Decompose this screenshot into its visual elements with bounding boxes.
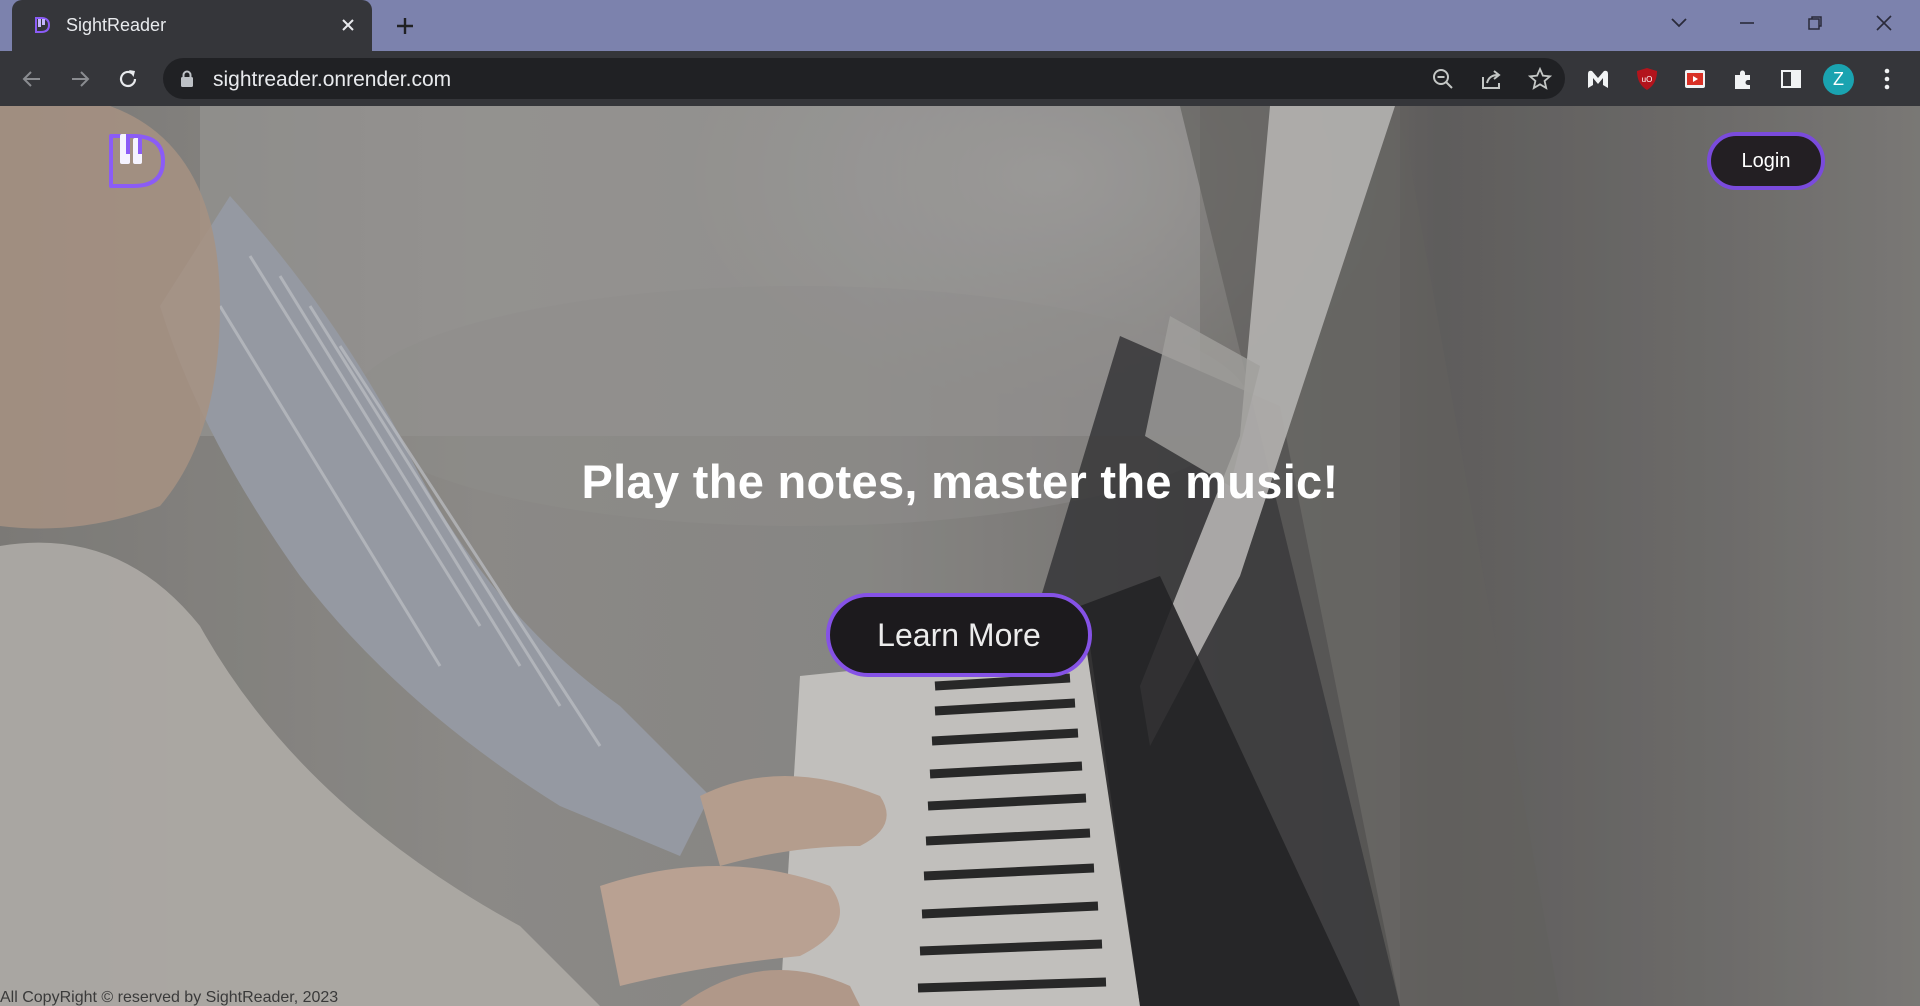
ublock-icon[interactable]: uO [1632,64,1662,94]
arrow-right-icon[interactable] [64,63,96,95]
footer-copyright: All CopyRight © reserved by SightReader,… [0,989,339,1006]
chevron-down-icon[interactable] [1661,8,1697,38]
login-button[interactable]: Login [1707,132,1825,190]
arrow-left-icon[interactable] [16,63,48,95]
minimize-icon[interactable] [1729,8,1765,38]
close-icon[interactable] [336,13,360,37]
star-icon[interactable] [1527,66,1553,92]
screen-recorder-icon[interactable] [1680,64,1710,94]
malwarebytes-icon[interactable] [1583,64,1613,94]
reload-icon[interactable] [112,63,144,95]
share-icon[interactable] [1479,66,1505,92]
restore-icon[interactable] [1797,8,1833,38]
url-text[interactable]: sightreader.onrender.com [213,68,451,92]
window-close-icon[interactable] [1866,8,1902,38]
kebab-menu-icon[interactable] [1872,64,1902,94]
svg-text:uO: uO [1642,75,1653,84]
side-panel-icon[interactable] [1776,64,1806,94]
zoom-out-icon[interactable] [1430,66,1456,92]
lock-icon [181,70,193,87]
sightreader-logo[interactable] [107,130,167,190]
puzzle-icon[interactable] [1728,64,1758,94]
address-bar[interactable]: sightreader.onrender.com [163,58,1565,99]
hero-overlay [0,106,1920,1006]
tab-strip: SightReader [0,0,1920,51]
browser-tab[interactable]: SightReader [12,0,372,51]
sightreader-logo-icon [35,17,51,33]
web-page: Login Play the notes, master the music! … [0,106,1920,1006]
profile-avatar[interactable]: Z [1823,64,1854,95]
plus-icon[interactable] [390,11,420,41]
hero-title: Play the notes, master the music! [581,455,1339,508]
learn-more-button[interactable]: Learn More [826,593,1092,677]
browser-toolbar: sightreader.onrender.com uO Z [0,51,1920,106]
tab-title: SightReader [66,15,167,35]
